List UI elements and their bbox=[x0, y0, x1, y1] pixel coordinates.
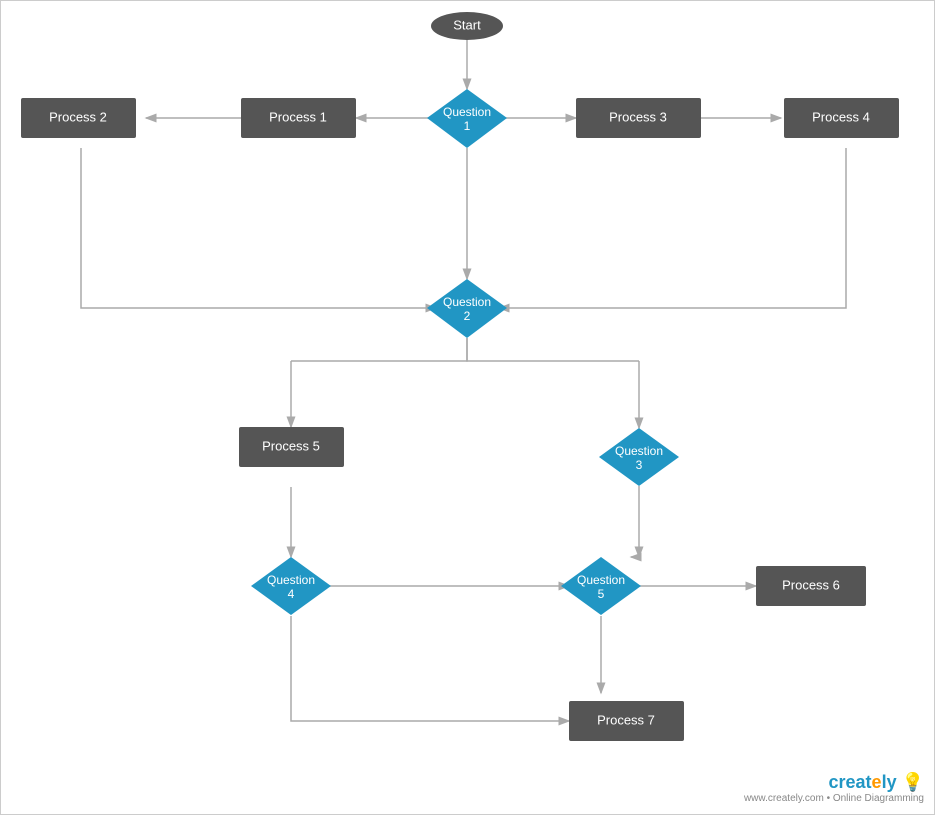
watermark-sub: www.creately.com • Online Diagramming bbox=[744, 793, 924, 804]
line-q2-q3-h bbox=[467, 338, 639, 361]
flowchart: Start Question 1 Process 1 Process 2 Pro… bbox=[1, 1, 935, 816]
process2-label: Process 2 bbox=[49, 109, 107, 124]
q4-label-line1: Question bbox=[267, 573, 315, 587]
process7-label: Process 7 bbox=[597, 712, 655, 727]
line-p2-q2 bbox=[81, 148, 408, 308]
q3-label-line2: 3 bbox=[636, 458, 643, 472]
process1-label: Process 1 bbox=[269, 109, 327, 124]
process5-label: Process 5 bbox=[262, 438, 320, 453]
watermark-icon: e bbox=[872, 772, 882, 792]
watermark-brand: creately 💡 bbox=[744, 772, 924, 793]
q5-label-line1: Question bbox=[577, 573, 625, 587]
q1-label-line1: Question bbox=[443, 105, 491, 119]
watermark-blue-text: creat bbox=[829, 772, 872, 792]
process6-label: Process 6 bbox=[782, 577, 840, 592]
process4-label: Process 4 bbox=[812, 109, 870, 124]
start-label: Start bbox=[453, 17, 481, 32]
q5-label-line2: 5 bbox=[598, 587, 605, 601]
diagram-container: Start Question 1 Process 1 Process 2 Pro… bbox=[0, 0, 935, 815]
q3-label-line1: Question bbox=[615, 444, 663, 458]
q2-label-line1: Question bbox=[443, 295, 491, 309]
q2-label-line2: 2 bbox=[464, 309, 471, 323]
watermark-blue-text2: ly bbox=[882, 772, 897, 792]
process3-label: Process 3 bbox=[609, 109, 667, 124]
line-p4-q2 bbox=[528, 148, 846, 308]
q4-label-line2: 4 bbox=[288, 587, 295, 601]
line-q2-p5-h bbox=[291, 338, 467, 361]
watermark: creately 💡 www.creately.com • Online Dia… bbox=[744, 772, 924, 804]
line-q4-p7 bbox=[291, 616, 566, 721]
q1-label-line2: 1 bbox=[464, 119, 471, 133]
